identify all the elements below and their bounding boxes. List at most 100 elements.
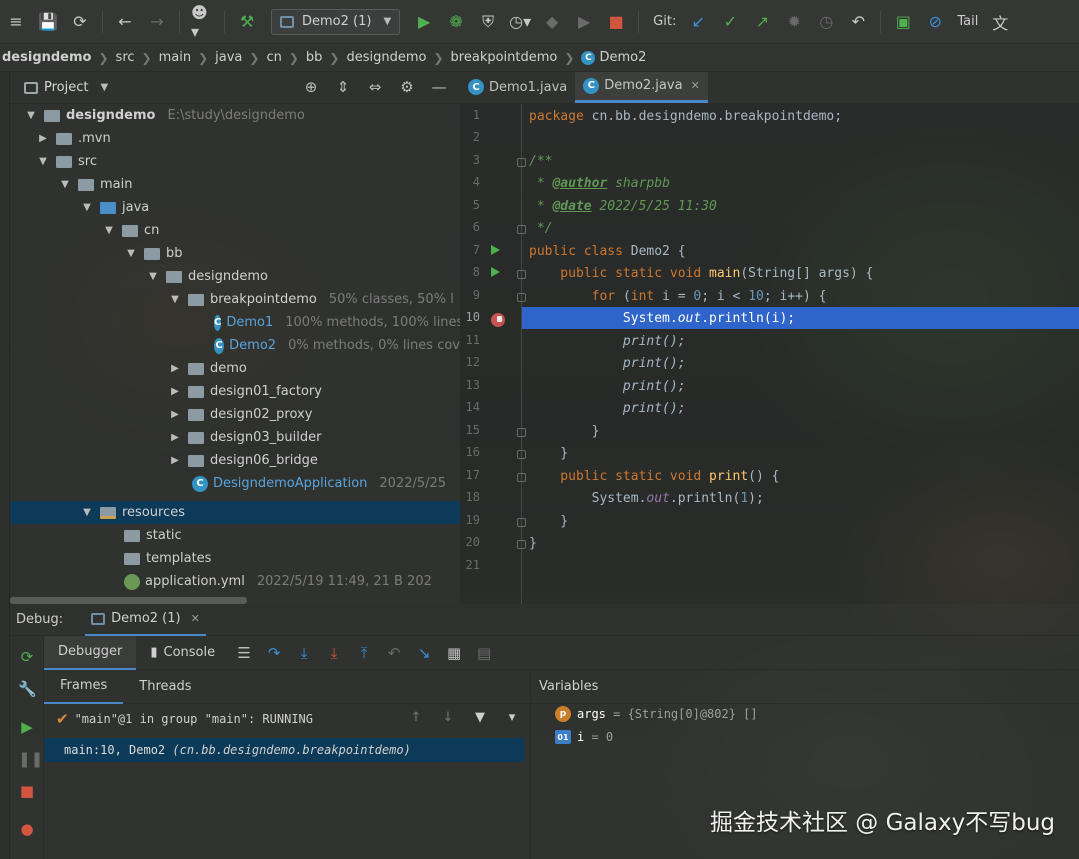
pause-icon[interactable]: ❚❚	[18, 750, 43, 768]
close-icon[interactable]: ✕	[691, 79, 700, 92]
tree-item-breakpointdemo[interactable]: ▼ breakpointdemo 50% classes, 50% l	[10, 288, 460, 311]
hide-icon[interactable]: —	[428, 78, 450, 96]
git-push-icon[interactable]: ↗	[751, 11, 773, 33]
editor-gutter[interactable]: 1 2 3 4 5 6 7 8 9 10 11 12 13 14 15 16 1…	[460, 104, 526, 604]
arrow-up-icon[interactable]: ↑	[406, 710, 426, 725]
code-line-5[interactable]: * @date 2022/5/25 11:30	[522, 195, 1079, 217]
breadcrumb-item[interactable]: java	[215, 50, 242, 65]
profile-icon[interactable]: ◷▾	[509, 11, 531, 33]
coverage-icon[interactable]: ⛨	[477, 11, 499, 33]
breakpoint-icon[interactable]	[491, 313, 505, 327]
tree-item-cn[interactable]: ▼ cn	[10, 219, 460, 242]
thread-selector[interactable]: ✔ "main"@1 in group "main": RUNNING ↑ ↓ …	[44, 704, 530, 734]
tree-item-application-yml[interactable]: application.yml 2022/5/19 11:49, 21 B 20…	[10, 570, 460, 593]
stop-icon[interactable]: ■	[605, 11, 627, 33]
tab-threads[interactable]: Threads	[123, 670, 207, 704]
build-hammer-icon[interactable]: ⚒	[236, 11, 258, 33]
user-icon[interactable]: ☻▾	[191, 3, 213, 41]
tree-item-resources[interactable]: ▼ resources	[10, 501, 460, 524]
breadcrumb-item[interactable]: designdemo	[346, 50, 426, 65]
tree-item-src[interactable]: ▼ src	[10, 150, 460, 173]
tree-item-mvn[interactable]: ▶ .mvn	[10, 127, 460, 150]
code-line-9[interactable]: for (int i = 0; i < 10; i++) {	[522, 285, 1079, 307]
tree-item-demo[interactable]: ▶ demo	[10, 357, 460, 380]
tab-demo1-java[interactable]: C Demo1.java	[460, 72, 575, 103]
save-icon[interactable]: 💾	[37, 11, 59, 33]
breadcrumb-item[interactable]: main	[159, 50, 191, 65]
tail-button[interactable]: Tail	[957, 14, 978, 29]
resume-icon[interactable]: ▶	[18, 718, 36, 736]
breadcrumb-item[interactable]: breakpointdemo	[451, 50, 558, 65]
git-update-icon[interactable]: ↙	[687, 11, 709, 33]
view-breakpoints-icon[interactable]: ●	[18, 820, 36, 838]
step-over-icon[interactable]: ↷	[263, 644, 285, 662]
step-out-icon[interactable]: ⤒	[353, 644, 375, 662]
back-icon[interactable]: ←	[114, 11, 136, 33]
run-to-cursor-icon[interactable]: ↘	[413, 644, 435, 662]
expand-all-icon[interactable]: ⇕	[332, 78, 354, 96]
tree-item-static[interactable]: static	[10, 524, 460, 547]
code-line-16[interactable]: }	[522, 442, 1079, 464]
step-into-icon[interactable]: ⤓	[293, 644, 315, 662]
tree-item-design06-bridge[interactable]: ▶ design06_bridge	[10, 449, 460, 472]
code-line-15[interactable]: }	[522, 420, 1079, 442]
tree-item-design03-builder[interactable]: ▶ design03_builder	[10, 426, 460, 449]
attach-icon[interactable]: ◆	[541, 11, 563, 33]
run-gutter-icon[interactable]	[491, 245, 500, 255]
chevron-down-icon[interactable]: ▼	[100, 82, 108, 93]
history-icon[interactable]: ◷	[815, 11, 837, 33]
forward-icon[interactable]: →	[146, 11, 168, 33]
tab-debugger[interactable]: Debugger	[44, 635, 137, 670]
breadcrumb-item[interactable]: Demo2	[599, 50, 646, 65]
rerun-icon[interactable]: ⟳	[18, 648, 36, 666]
stack-frame-row[interactable]: main:10, Demo2 (cn.bb.designdemo.breakpo…	[44, 738, 524, 762]
code-line-4[interactable]: * @author sharpbb	[522, 172, 1079, 194]
locate-icon[interactable]: ⊕	[300, 78, 322, 96]
drop-frame-icon[interactable]: ↶	[383, 644, 405, 662]
rollback-icon[interactable]: ↶	[847, 11, 869, 33]
variable-row-i[interactable]: 01 i = 0	[555, 726, 613, 748]
code-line-3[interactable]: /**	[522, 150, 1079, 172]
run-gutter-icon[interactable]	[491, 267, 500, 277]
menu-icon[interactable]: ≡	[5, 11, 27, 33]
git-commit-icon[interactable]: ✓	[719, 11, 741, 33]
code-line-6[interactable]: */	[522, 217, 1079, 239]
close-icon[interactable]: ✕	[191, 612, 200, 625]
code-line-20[interactable]: }	[522, 532, 1079, 554]
code-line-12[interactable]: print();	[522, 352, 1079, 374]
debug-session-tab[interactable]: Demo2 (1) ✕	[85, 604, 206, 636]
evaluate-icon[interactable]: ▦	[443, 644, 465, 662]
breadcrumb-item[interactable]: designdemo	[2, 50, 91, 65]
filter-icon[interactable]: ▼	[470, 710, 490, 725]
translate-icon[interactable]: 文	[989, 11, 1011, 33]
gear-icon[interactable]: ⚙	[396, 78, 418, 96]
tab-console[interactable]: ▮ Console	[136, 636, 229, 670]
tree-item-design02-proxy[interactable]: ▶ design02_proxy	[10, 403, 460, 426]
resume-icon[interactable]: ▶	[573, 11, 595, 33]
layout-icon[interactable]: ☰	[233, 644, 255, 662]
tree-item-designdemo-root[interactable]: ▼ designdemo E:\study\designdemo	[10, 104, 460, 127]
project-title[interactable]: Project	[44, 80, 88, 95]
wrench-icon[interactable]: 🔧	[18, 680, 37, 698]
tree-item-design01-factory[interactable]: ▶ design01_factory	[10, 380, 460, 403]
force-step-into-icon[interactable]: ⤓	[323, 644, 345, 662]
tree-item-designdemo-application[interactable]: C DesigndemoApplication 2022/5/25	[10, 472, 460, 495]
stop-icon[interactable]: ■	[18, 782, 36, 800]
code-line-19[interactable]: }	[522, 510, 1079, 532]
code-line-17[interactable]: public static void print() {	[522, 465, 1079, 487]
code-line-13[interactable]: print();	[522, 375, 1079, 397]
arrow-down-icon[interactable]: ↓	[438, 710, 458, 725]
code-line-8[interactable]: public static void main (String[] args) {	[522, 262, 1079, 284]
tree-item-designdemo-package[interactable]: ▼ designdemo	[10, 265, 460, 288]
run-config-dropdown[interactable]: Demo2 (1) ▼	[271, 8, 401, 35]
run-icon[interactable]: ▶	[413, 11, 435, 33]
debug-bug-icon[interactable]: ❁	[445, 11, 467, 33]
tree-item-main[interactable]: ▼ main	[10, 173, 460, 196]
code-line-7[interactable]: public class Demo2 {	[522, 240, 1079, 262]
tree-item-bb[interactable]: ▼ bb	[10, 242, 460, 265]
breadcrumb-item[interactable]: bb	[306, 50, 323, 65]
code-line-10-execution-point[interactable]: System. out .println(i);	[522, 307, 1079, 329]
breadcrumb-item[interactable]: src	[116, 50, 135, 65]
code-line-1[interactable]: package cn.bb.designdemo.breakpointdemo;	[522, 105, 1079, 127]
monitor-icon[interactable]: ▣	[892, 11, 914, 33]
